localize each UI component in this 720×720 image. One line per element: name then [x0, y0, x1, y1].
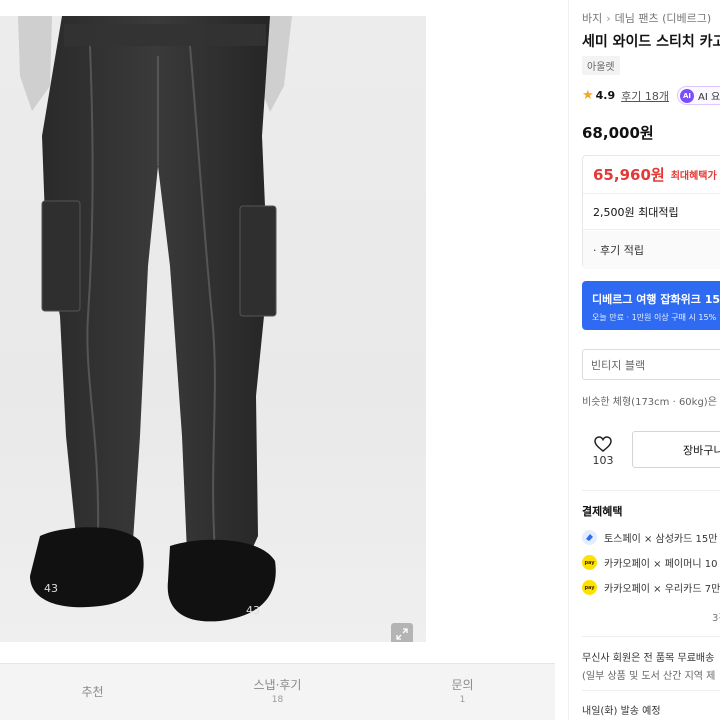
tab-label: 문의 — [451, 678, 474, 692]
expand-icon — [396, 628, 408, 640]
tab-recommend[interactable]: 추천 — [0, 664, 185, 720]
tab-label: 추천 — [81, 684, 104, 699]
toss-pay-icon — [582, 530, 597, 545]
kakao-pay-icon: pay — [582, 580, 597, 595]
gallery-tabbar: 추천 스냅·후기 18 문의 1 — [0, 663, 555, 720]
panel-divider — [568, 0, 569, 720]
benefit-box: 65,960원 최대혜택가 2,500원 최대적립 · 후기 적립 — [582, 155, 720, 269]
shipping-note-text: (일부 상품 및 도서 산간 지역 제 — [582, 671, 716, 682]
breadcrumb-item-denim[interactable]: 데님 팬츠 (디베르그) — [615, 12, 712, 25]
tab-inquiry[interactable]: 문의 1 — [370, 664, 555, 720]
product-photo[interactable]: 43 43 — [0, 16, 426, 642]
product-price: 68,000원 — [582, 124, 654, 142]
dispatch-text: 내일(화) 발송 예정 — [582, 706, 661, 717]
tab-label: 스냅·후기 — [253, 678, 302, 692]
max-benefit-price: 65,960원 — [593, 166, 665, 184]
reviews-link[interactable]: 후기 18개 — [621, 88, 669, 104]
tab-snap-review[interactable]: 스냅·후기 18 — [185, 664, 370, 720]
ai-summary-label: AI 요약 — [698, 92, 720, 103]
tab-count: 1 — [459, 695, 466, 705]
promo-subtitle: 오늘 만료 · 1만원 이상 구매 시 15% — [592, 313, 717, 322]
product-gallery: 43 43 추천 스냅·후기 18 문의 1 — [0, 0, 555, 720]
like-count: 103 — [592, 453, 614, 467]
svg-text:43: 43 — [44, 582, 58, 595]
star-icon: ★ — [582, 88, 594, 103]
expand-image-button[interactable] — [391, 623, 413, 642]
heart-icon — [594, 435, 612, 452]
review-points-row: · 후기 적립 — [583, 231, 720, 269]
pants-image: 43 43 — [18, 16, 292, 622]
rating-row: ★ 4.9 후기 18개 AI AI 요약 — [582, 86, 720, 105]
breadcrumb: 바지 › 데님 팬츠 (디베르그) — [582, 10, 711, 26]
option-select[interactable]: 빈티지 블랙 — [582, 349, 720, 380]
product-info-panel: 바지 › 데님 팬츠 (디베르그) 세미 와이드 스티치 카고 아울렛 ★ 4.9 … — [582, 0, 720, 720]
payment-row-kakao-paymoney[interactable]: pay 카카오페이 × 페이머니 10 — [582, 555, 717, 570]
payment-row-text: 카카오페이 × 우리카드 7만 — [604, 584, 720, 595]
payment-row-text: 토스페이 × 삼성카드 15만 — [604, 534, 718, 545]
outlet-badge: 아울렛 — [582, 56, 620, 75]
kakao-pay-icon: pay — [582, 555, 597, 570]
more-benefits-link[interactable]: 3건 — [712, 609, 720, 624]
payment-benefits-title: 결제혜택 — [582, 505, 623, 518]
points-row: 2,500원 최대적립 — [583, 194, 720, 230]
ai-icon: AI — [680, 88, 695, 103]
product-title: 세미 와이드 스티치 카고 — [582, 34, 720, 50]
divider — [582, 636, 720, 637]
payment-row-text: 카카오페이 × 페이머니 10 — [604, 559, 718, 570]
payment-row-toss[interactable]: 토스페이 × 삼성카드 15만 — [582, 530, 717, 545]
divider — [582, 690, 720, 691]
promo-banner[interactable]: 디베르그 여행 잡화위크 15% 오늘 만료 · 1만원 이상 구매 시 15% — [582, 281, 720, 330]
rating-value: 4.9 — [595, 89, 616, 102]
max-benefit-label: 최대혜택가 — [670, 171, 717, 182]
cart-button[interactable]: 장바구니 — [632, 431, 720, 468]
svg-text:43: 43 — [246, 604, 260, 617]
payment-row-kakao-woori[interactable]: pay 카카오페이 × 우리카드 7만 — [582, 580, 720, 595]
breadcrumb-item-pants[interactable]: 바지 — [582, 12, 602, 25]
like-button[interactable]: 103 — [582, 430, 624, 472]
tab-count: 18 — [271, 695, 284, 705]
member-shipping-text: 무신사 회원은 전 품목 무료배송 — [582, 653, 715, 664]
max-benefit-row[interactable]: 65,960원 최대혜택가 — [583, 156, 720, 194]
divider — [582, 490, 720, 491]
promo-title: 디베르그 여행 잡화위크 15% — [592, 293, 720, 306]
similar-fit-text: 비슷한 체형(173cm · 60kg)은 — [582, 397, 717, 408]
chevron-right-icon: › — [606, 12, 611, 25]
ai-summary-button[interactable]: AI AI 요약 — [677, 86, 720, 105]
